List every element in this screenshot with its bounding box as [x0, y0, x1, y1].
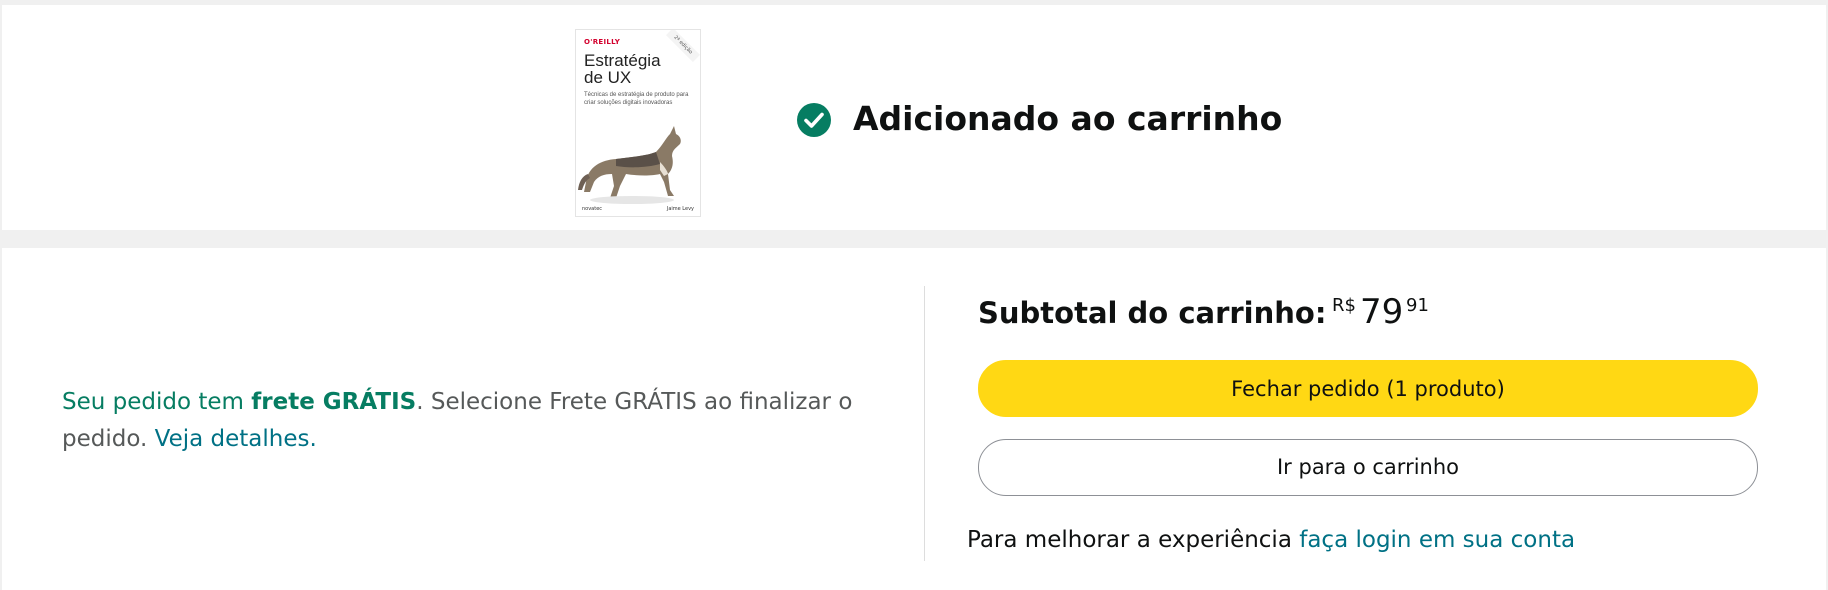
vertical-divider [924, 286, 925, 561]
price-whole: 79 [1360, 292, 1404, 332]
login-prompt-text: Para melhorar a experiência [967, 527, 1300, 553]
cover-author: Jaime Levy [666, 206, 694, 212]
cover-title: Estratégia de UX [584, 51, 661, 87]
cover-edition-badge: 2ª edição [666, 30, 700, 62]
cover-subtitle: Técnicas de estratégia de produto para c… [584, 92, 689, 106]
wolf-illustration [578, 126, 681, 204]
price-currency-symbol: R$ [1332, 295, 1356, 316]
checkout-button[interactable]: Fechar pedido (1 produto) [978, 360, 1758, 417]
shipping-details-link[interactable]: Veja detalhes. [155, 426, 317, 452]
added-to-cart-panel: O'REILLY 2ª edição Estratégia de UX Técn… [2, 5, 1826, 230]
go-to-cart-button[interactable]: Ir para o carrinho [978, 439, 1758, 496]
cart-subtotal-label: Subtotal do carrinho: [978, 296, 1327, 330]
added-to-cart-heading: Adicionado ao carrinho [853, 99, 1283, 138]
shipping-notice-prefix: Seu pedido tem [62, 389, 252, 415]
product-cover-image[interactable]: O'REILLY 2ª edição Estratégia de UX Técn… [575, 29, 701, 217]
login-link[interactable]: faça login em sua conta [1299, 527, 1575, 553]
cover-imprint: novatec [582, 206, 603, 212]
cart-summary-panel: Seu pedido tem frete GRÁTIS. Selecione F… [2, 248, 1826, 590]
free-shipping-notice: Seu pedido tem frete GRÁTIS. Selecione F… [62, 384, 892, 458]
cover-publisher: O'REILLY [584, 38, 621, 46]
free-shipping-highlight: frete GRÁTIS [251, 389, 417, 415]
checkmark-circle-icon [797, 103, 831, 137]
price-fraction: 91 [1406, 295, 1429, 316]
login-prompt: Para melhorar a experiência faça login e… [967, 524, 1575, 556]
